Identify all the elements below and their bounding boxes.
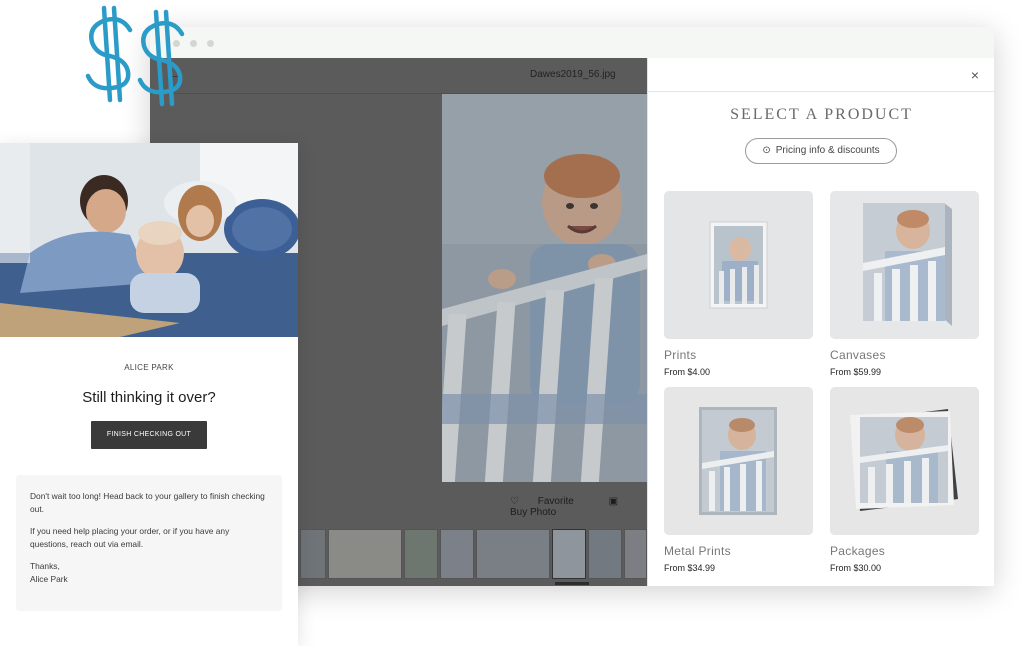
pricing-info-label: Pricing info & discounts	[775, 145, 880, 156]
thumbnail-selected[interactable]	[552, 529, 586, 579]
product-name: Canvases	[830, 348, 886, 362]
viewer-actions: ♡ Favorite ▣ Buy Photo	[510, 496, 647, 518]
email-signoff: Thanks,	[30, 561, 60, 571]
product-image-prints	[664, 191, 813, 339]
product-price: From $30.00	[830, 563, 882, 573]
window-titlebar	[150, 27, 994, 58]
thumbnail[interactable]	[440, 529, 474, 579]
email-signature: Alice Park	[30, 574, 68, 584]
product-card-canvases[interactable]: Canvases From $59.99	[830, 191, 979, 377]
close-icon[interactable]: ×	[971, 67, 979, 83]
dollar-signs-doodle	[85, 5, 185, 107]
email-message-box: Don't wait too long! Head back to your g…	[16, 475, 282, 611]
filmstrip-scroll-indicator[interactable]	[555, 582, 589, 585]
buy-photo-label: Buy Photo	[510, 507, 557, 518]
product-price: From $4.00	[664, 367, 711, 377]
product-name: Metal Prints	[664, 544, 731, 558]
email-headline: Still thinking it over?	[82, 389, 216, 406]
info-circle-icon: ⊙	[762, 145, 771, 156]
thumbnail[interactable]	[328, 529, 402, 579]
panel-title: SELECT A PRODUCT	[730, 106, 913, 123]
product-image-canvases	[830, 191, 979, 339]
thumbnail[interactable]	[300, 529, 326, 579]
product-price: From $59.99	[830, 367, 882, 377]
product-image-metal-prints	[664, 387, 813, 535]
window-dot[interactable]	[207, 40, 214, 47]
reminder-email: ALICE PARK Still thinking it over? FINIS…	[0, 143, 298, 646]
product-image-packages	[830, 387, 979, 535]
product-card-metal-prints[interactable]: Metal Prints From $34.99	[664, 387, 813, 573]
photo-filename: Dawes2019_56.jpg	[530, 69, 616, 80]
finish-checking-out-button[interactable]: FINISH CHECKING OUT	[91, 421, 207, 449]
sender-name: ALICE PARK	[124, 363, 174, 372]
thumbnail[interactable]	[624, 529, 647, 579]
favorite-button[interactable]: ♡ Favorite	[510, 496, 590, 507]
product-card-prints[interactable]: Prints From $4.00	[664, 191, 813, 377]
main-photo[interactable]	[442, 94, 647, 482]
product-panel: × SELECT A PRODUCT ⊙ Pricing info & disco…	[647, 58, 994, 586]
viewer-topbar: ← Dawes2019_56.jpg	[150, 58, 647, 94]
thumbnail[interactable]	[476, 529, 550, 579]
favorite-label: Favorite	[537, 496, 574, 507]
family-photo	[0, 143, 298, 337]
heart-icon: ♡	[510, 496, 522, 507]
email-paragraph: Don't wait too long! Head back to your g…	[30, 491, 265, 514]
product-price: From $34.99	[664, 563, 716, 573]
thumbnail[interactable]	[588, 529, 622, 579]
panel-divider	[648, 91, 994, 92]
cart-icon: ▣	[608, 496, 619, 507]
thumbnail-filmstrip	[300, 529, 647, 579]
product-card-packages[interactable]: Packages From $30.00	[830, 387, 979, 573]
product-name: Prints	[664, 348, 697, 362]
baby-crib-photo	[442, 94, 647, 482]
email-paragraph: If you need help placing your order, or …	[30, 526, 230, 549]
product-name: Packages	[830, 544, 886, 558]
pricing-info-button[interactable]: ⊙ Pricing info & discounts	[745, 138, 897, 164]
thumbnail[interactable]	[404, 529, 438, 579]
